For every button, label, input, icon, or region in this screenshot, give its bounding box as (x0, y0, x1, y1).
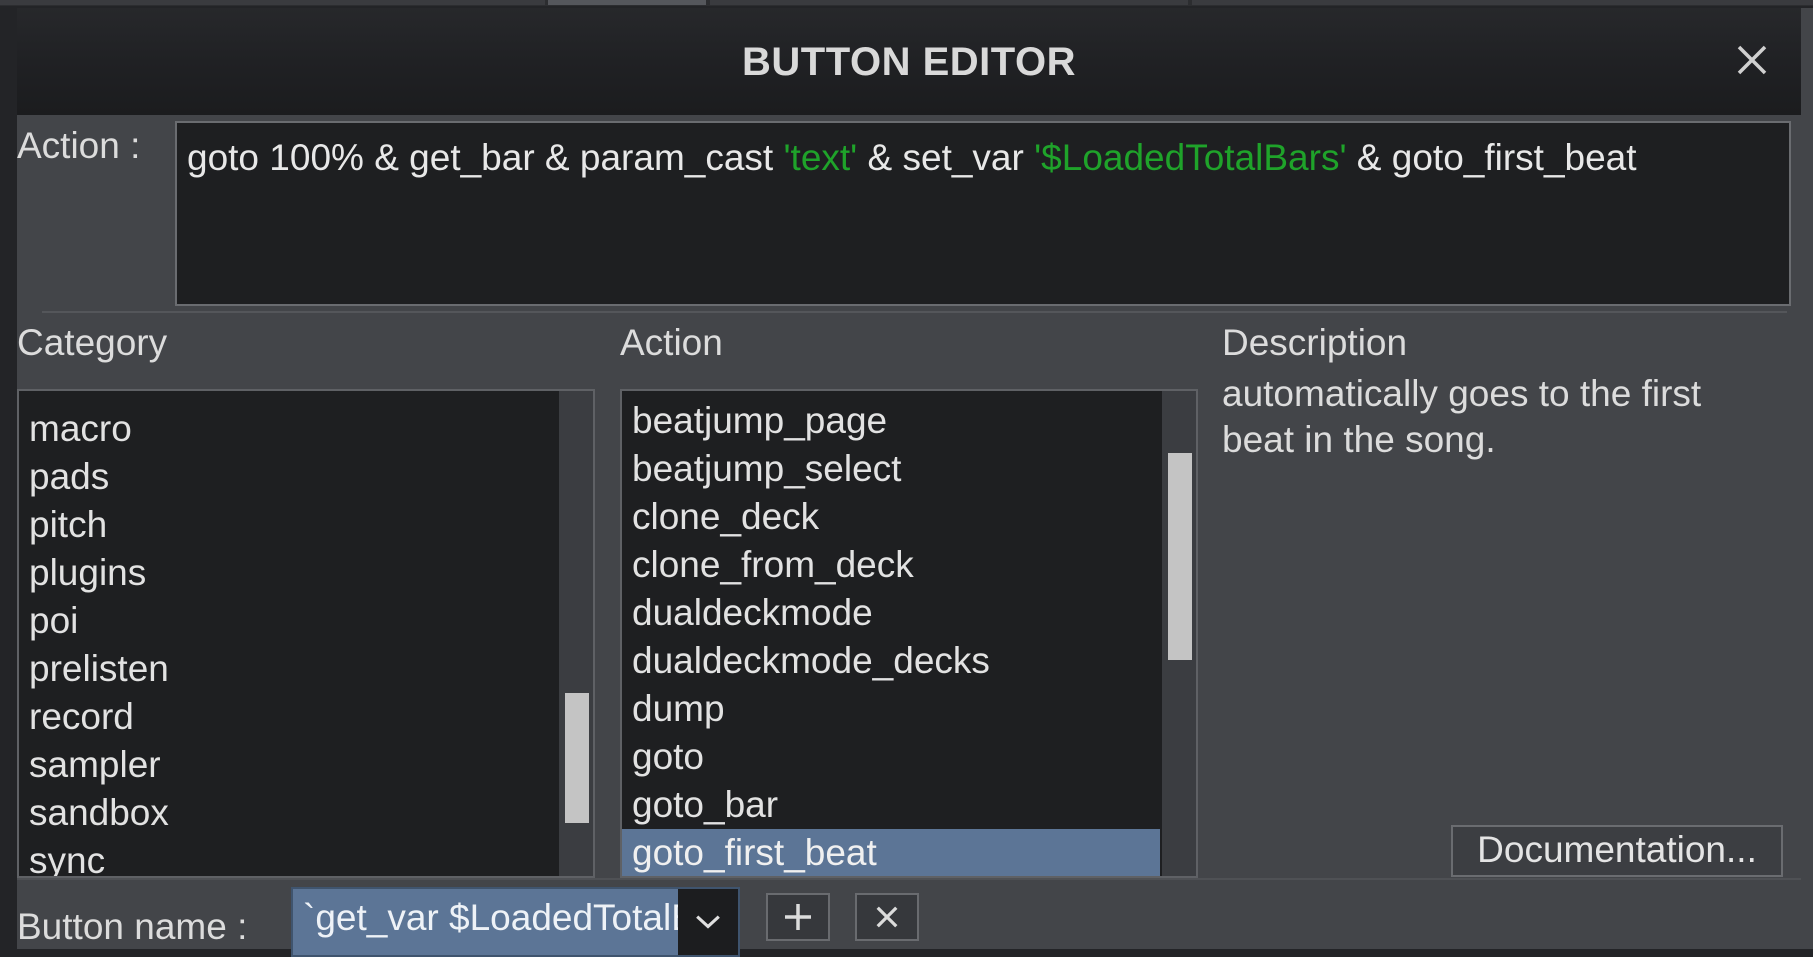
plus-icon (785, 904, 811, 930)
action-item[interactable]: beatjump_page (632, 397, 887, 445)
button-name-dropdown[interactable] (678, 889, 738, 955)
action-script-editor[interactable]: goto 100% & get_bar & param_cast 'text' … (175, 121, 1791, 306)
category-list[interactable]: macro pads pitch plugins poi prelisten r… (17, 389, 595, 878)
category-scrollbar[interactable] (559, 391, 593, 876)
script-token: & goto_first_beat (1346, 137, 1637, 178)
title-bar: BUTTON EDITOR (17, 8, 1801, 115)
category-item[interactable]: macro (29, 405, 132, 453)
category-item[interactable]: sync (29, 837, 105, 876)
section-divider (42, 311, 1787, 313)
strip-segment-active (548, 0, 706, 5)
category-item[interactable]: pitch (29, 501, 107, 549)
script-string-token: '$LoadedTotalBars' (1034, 137, 1347, 178)
chevron-down-icon (696, 915, 720, 929)
category-item[interactable]: record (29, 693, 134, 741)
action-item[interactable]: goto (632, 733, 704, 781)
category-item[interactable]: pads (29, 453, 109, 501)
category-item[interactable]: prelisten (29, 645, 169, 693)
top-strip (0, 0, 1813, 6)
script-token: goto 100% & get_bar & param_cast (187, 137, 784, 178)
dialog-title: BUTTON EDITOR (742, 40, 1076, 84)
action-list[interactable]: beatjump_page beatjump_select clone_deck… (620, 389, 1198, 878)
description-header: Description (1222, 322, 1408, 363)
description-text: automatically goes to the first beat in … (1222, 371, 1782, 463)
category-header: Category (17, 322, 168, 363)
action-item[interactable]: dualdeckmode (632, 589, 873, 637)
button-name-combobox[interactable]: `get_var $LoadedTotalBars` (291, 887, 740, 957)
documentation-button[interactable]: Documentation... (1451, 825, 1783, 877)
delete-button[interactable] (855, 893, 919, 941)
bottom-divider (17, 878, 1801, 880)
action-item[interactable]: goto_bar (632, 781, 778, 829)
button-editor-dialog: BUTTON EDITOR Action : goto 100% & get_b… (17, 8, 1813, 957)
action-item[interactable]: beatjump_select (632, 445, 901, 493)
category-item[interactable]: sandbox (29, 789, 169, 837)
action-scrollbar[interactable] (1162, 391, 1196, 876)
close-button[interactable] (1730, 38, 1774, 82)
script-token: & set_var (857, 137, 1035, 178)
x-icon (876, 906, 898, 928)
description-line: beat in the song. (1222, 419, 1496, 460)
action-item[interactable]: clone_deck (632, 493, 819, 541)
category-scroll-thumb[interactable] (565, 693, 589, 823)
action-item[interactable]: clone_from_deck (632, 541, 914, 589)
button-name-label: Button name : (17, 906, 248, 947)
description-line: automatically goes to the first (1222, 373, 1702, 414)
category-item[interactable]: sampler (29, 741, 161, 789)
strip-segment (710, 0, 1188, 5)
script-string-token: 'text' (783, 137, 858, 178)
close-icon (1737, 45, 1767, 75)
strip-segment (0, 0, 545, 5)
action-label: Action : (17, 125, 141, 166)
strip-segment (1192, 0, 1813, 5)
category-item[interactable]: plugins (29, 549, 146, 597)
add-button[interactable] (766, 893, 830, 941)
category-item[interactable]: poi (29, 597, 78, 645)
action-scroll-thumb[interactable] (1168, 453, 1192, 660)
button-name-value[interactable]: `get_var $LoadedTotalBars` (303, 897, 738, 939)
action-item[interactable]: dualdeckmode_decks (632, 637, 990, 685)
action-item[interactable]: dump (632, 685, 725, 733)
action-item-selected[interactable]: goto_first_beat (622, 829, 1160, 876)
action-header: Action (620, 322, 723, 363)
